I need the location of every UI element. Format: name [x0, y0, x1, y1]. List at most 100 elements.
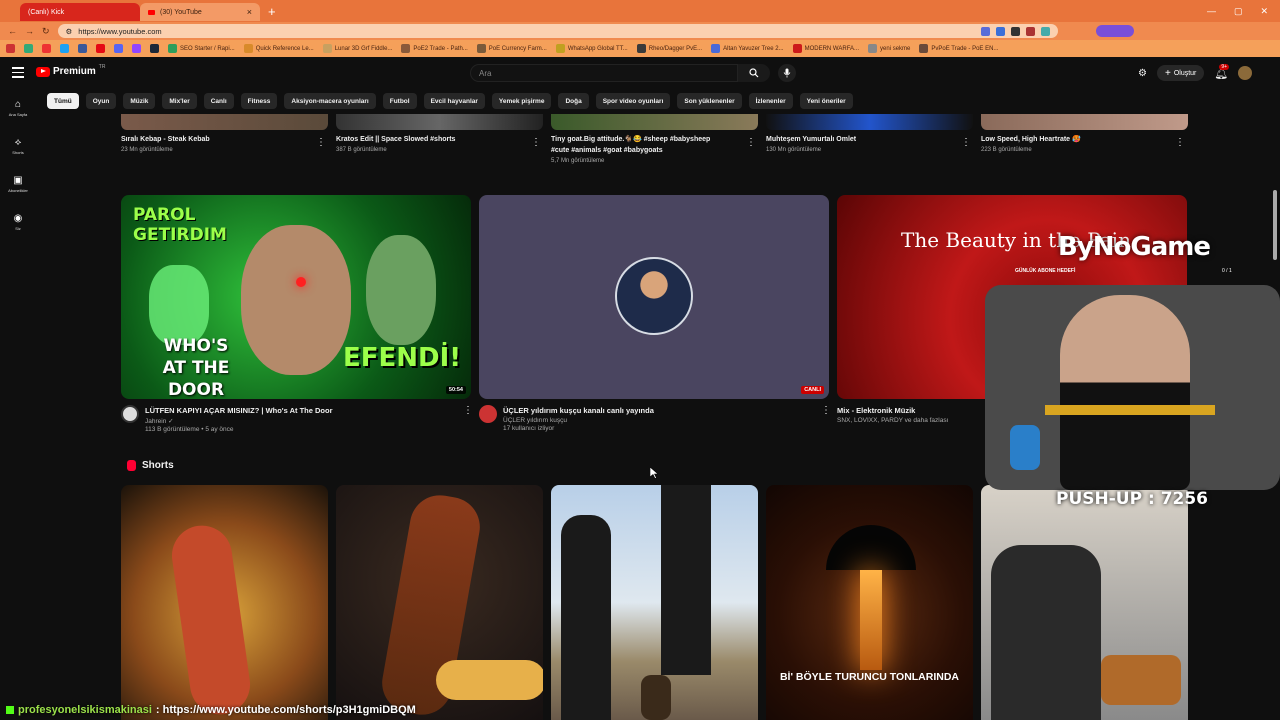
bookmark-item[interactable]: WhatsApp Global TT... [555, 44, 628, 53]
short-title[interactable]: Low Speed, High Heartrate 🥵 [981, 134, 1181, 145]
minimize-icon[interactable]: — [1207, 6, 1216, 17]
filter-chip[interactable]: Fitness [240, 93, 278, 109]
channel-name[interactable]: Jahrein ✓ [145, 417, 465, 425]
bookmark-item[interactable]: Lunar 3D Grf Fiddle... [322, 44, 392, 53]
extension-icon[interactable] [1025, 26, 1035, 36]
channel-name[interactable]: ÜÇLER yıldırım kuşçu [503, 417, 823, 424]
short-title[interactable]: Muhteşem Yumurtalı Omlet [766, 134, 966, 145]
bookmark-item[interactable] [150, 44, 159, 53]
short-thumbnail[interactable] [551, 485, 758, 720]
filter-chip[interactable]: Son yüklenenler [677, 93, 742, 109]
short-title[interactable]: Sıralı Kebap - Steak Kebab [121, 134, 321, 145]
short-thumbnail[interactable] [121, 485, 328, 720]
filter-chip[interactable]: Evcil hayvanlar [423, 93, 485, 109]
guide-item-subscriptions[interactable]: ▣ Abonelikler [0, 165, 36, 203]
guide-item-you[interactable]: ◉ Siz [0, 203, 36, 241]
menu-icon[interactable] [12, 67, 24, 81]
browser-profile-button[interactable] [1095, 25, 1134, 37]
video-thumbnail[interactable]: PAROL GETIRDIM WHO'S AT THE DOOR EFENDİ!… [121, 195, 471, 399]
voice-search-button[interactable] [778, 64, 796, 82]
filter-chip[interactable]: Yeni öneriler [799, 93, 853, 109]
back-icon[interactable]: ← [8, 26, 17, 36]
short-thumbnail[interactable] [121, 114, 328, 130]
filter-chip[interactable]: Müzik [123, 93, 156, 109]
site-info-icon[interactable]: ⚙ [66, 27, 73, 36]
bookmark-item[interactable]: Quick Reference Le... [243, 44, 314, 53]
close-window-icon[interactable]: ✕ [1260, 6, 1268, 17]
bookmark-item[interactable]: PoE2 Trade - Path... [401, 44, 468, 53]
filter-chip[interactable]: İzlenenler [748, 93, 793, 109]
more-options-icon[interactable]: ⋮ [746, 137, 756, 148]
bookmark-item[interactable]: Rheo/Dagger PvE... [636, 44, 702, 53]
more-options-icon[interactable]: ⋮ [1175, 137, 1185, 148]
short-thumbnail[interactable] [766, 114, 973, 130]
extension-icon[interactable] [980, 26, 990, 36]
short-thumbnail[interactable] [981, 114, 1188, 130]
filter-chip[interactable]: Spor video oyunları [595, 93, 671, 109]
filter-chip[interactable]: Tümü [47, 93, 79, 109]
tab-youtube[interactable]: (30) YouTube × [140, 3, 260, 21]
bookmark-item[interactable]: PoE Currency Farm... [476, 44, 547, 53]
bookmark-item[interactable]: MODERN WARFA... [792, 44, 859, 53]
short-thumbnail[interactable]: Bİ' BÖYLE TURUNCU TONLARINDA [766, 485, 973, 720]
short-thumbnail[interactable] [551, 114, 758, 130]
bookmark-item[interactable] [24, 44, 33, 53]
search-button[interactable] [738, 64, 770, 82]
bookmark-star-icon[interactable] [995, 26, 1005, 36]
extension-icon[interactable] [1010, 26, 1020, 36]
cast-icon[interactable]: ⚙ [1138, 68, 1147, 79]
bookmark-item[interactable]: SEO Starter / Rapi... [168, 44, 235, 53]
filter-chip[interactable]: Mix'ler [162, 93, 197, 109]
account-avatar[interactable] [1238, 66, 1253, 80]
short-title[interactable]: Tiny goat.Big attitude.🐐😂 #sheep #babysh… [551, 134, 741, 145]
search-input[interactable]: Ara [470, 64, 738, 82]
bookmark-item[interactable] [42, 44, 51, 53]
more-options-icon[interactable]: ⋮ [316, 137, 326, 148]
more-options-icon[interactable]: ⋮ [531, 137, 541, 148]
bookmark-item[interactable] [6, 44, 15, 53]
filter-chip[interactable]: Yemek pişirme [491, 93, 552, 109]
guide-item-shorts[interactable]: ⟡ Shorts [0, 127, 36, 165]
video-title[interactable]: Mix - Elektronik Müzik [837, 405, 987, 416]
address-bar[interactable]: ⚙ https://www.youtube.com [57, 24, 1058, 38]
bookmark-item[interactable] [96, 44, 105, 53]
video-thumbnail[interactable]: CANLI [479, 195, 829, 399]
more-options-icon[interactable]: ⋮ [961, 137, 971, 148]
short-title-line2[interactable]: #cute #animals #goat #babygoats [551, 145, 741, 156]
extension-icon[interactable] [1040, 26, 1050, 36]
video-title[interactable]: LÜTFEN KAPIYI AÇAR MISINIZ? | Who's At T… [145, 405, 465, 416]
bookmark-item[interactable] [114, 44, 123, 53]
filter-chip[interactable]: Aksiyon-macera oyunları [284, 93, 376, 109]
channel-avatar[interactable] [479, 405, 497, 423]
video-title[interactable]: ÜÇLER yıldırım kuşçu kanalı canlı yayınd… [503, 405, 823, 416]
youtube-logo[interactable]: Premium TR [36, 64, 105, 77]
filter-chip[interactable]: Doğa [558, 93, 589, 109]
filter-chip[interactable]: Canlı [203, 93, 234, 109]
guide-item-home[interactable]: ⌂ Ana Sayfa [0, 89, 36, 127]
bookmark-item[interactable]: Altan Yavuzer Tree 2... [711, 44, 784, 53]
tab-kick[interactable]: (Canlı) Kick [20, 3, 140, 21]
filter-chip[interactable]: Oyun [85, 93, 117, 109]
more-options-icon[interactable]: ⋮ [821, 405, 831, 416]
channel-avatar[interactable] [121, 405, 139, 423]
filter-chip[interactable]: Futbol [382, 93, 417, 109]
page-scrollbar[interactable] [1273, 190, 1277, 260]
maximize-icon[interactable]: ▢ [1234, 6, 1243, 17]
bookmark-item[interactable] [132, 44, 141, 53]
short-thumbnail[interactable] [336, 114, 543, 130]
bookmark-item[interactable]: yeni sekme [868, 44, 910, 53]
short-thumbnail[interactable] [981, 485, 1188, 720]
bookmark-item[interactable] [60, 44, 69, 53]
close-tab-icon[interactable]: × [247, 7, 252, 17]
notifications-button[interactable]: 🔔︎ 9+ [1214, 63, 1230, 80]
reload-icon[interactable]: ↻ [42, 26, 50, 37]
create-button[interactable]: + Oluştur [1156, 65, 1205, 81]
channel-name[interactable]: SNX, LOVIXX, PARDY ve daha fazlası [837, 417, 987, 424]
bookmark-item[interactable] [78, 44, 87, 53]
new-tab-button[interactable]: + [268, 4, 276, 19]
short-title[interactable]: Kratos Edit || Space Slowed #shorts [336, 134, 536, 145]
more-options-icon[interactable]: ⋮ [463, 405, 473, 416]
short-thumbnail[interactable] [336, 485, 543, 720]
bookmark-item[interactable]: PvPoE Trade - PoE EN... [919, 44, 998, 53]
forward-icon[interactable]: → [25, 26, 34, 36]
